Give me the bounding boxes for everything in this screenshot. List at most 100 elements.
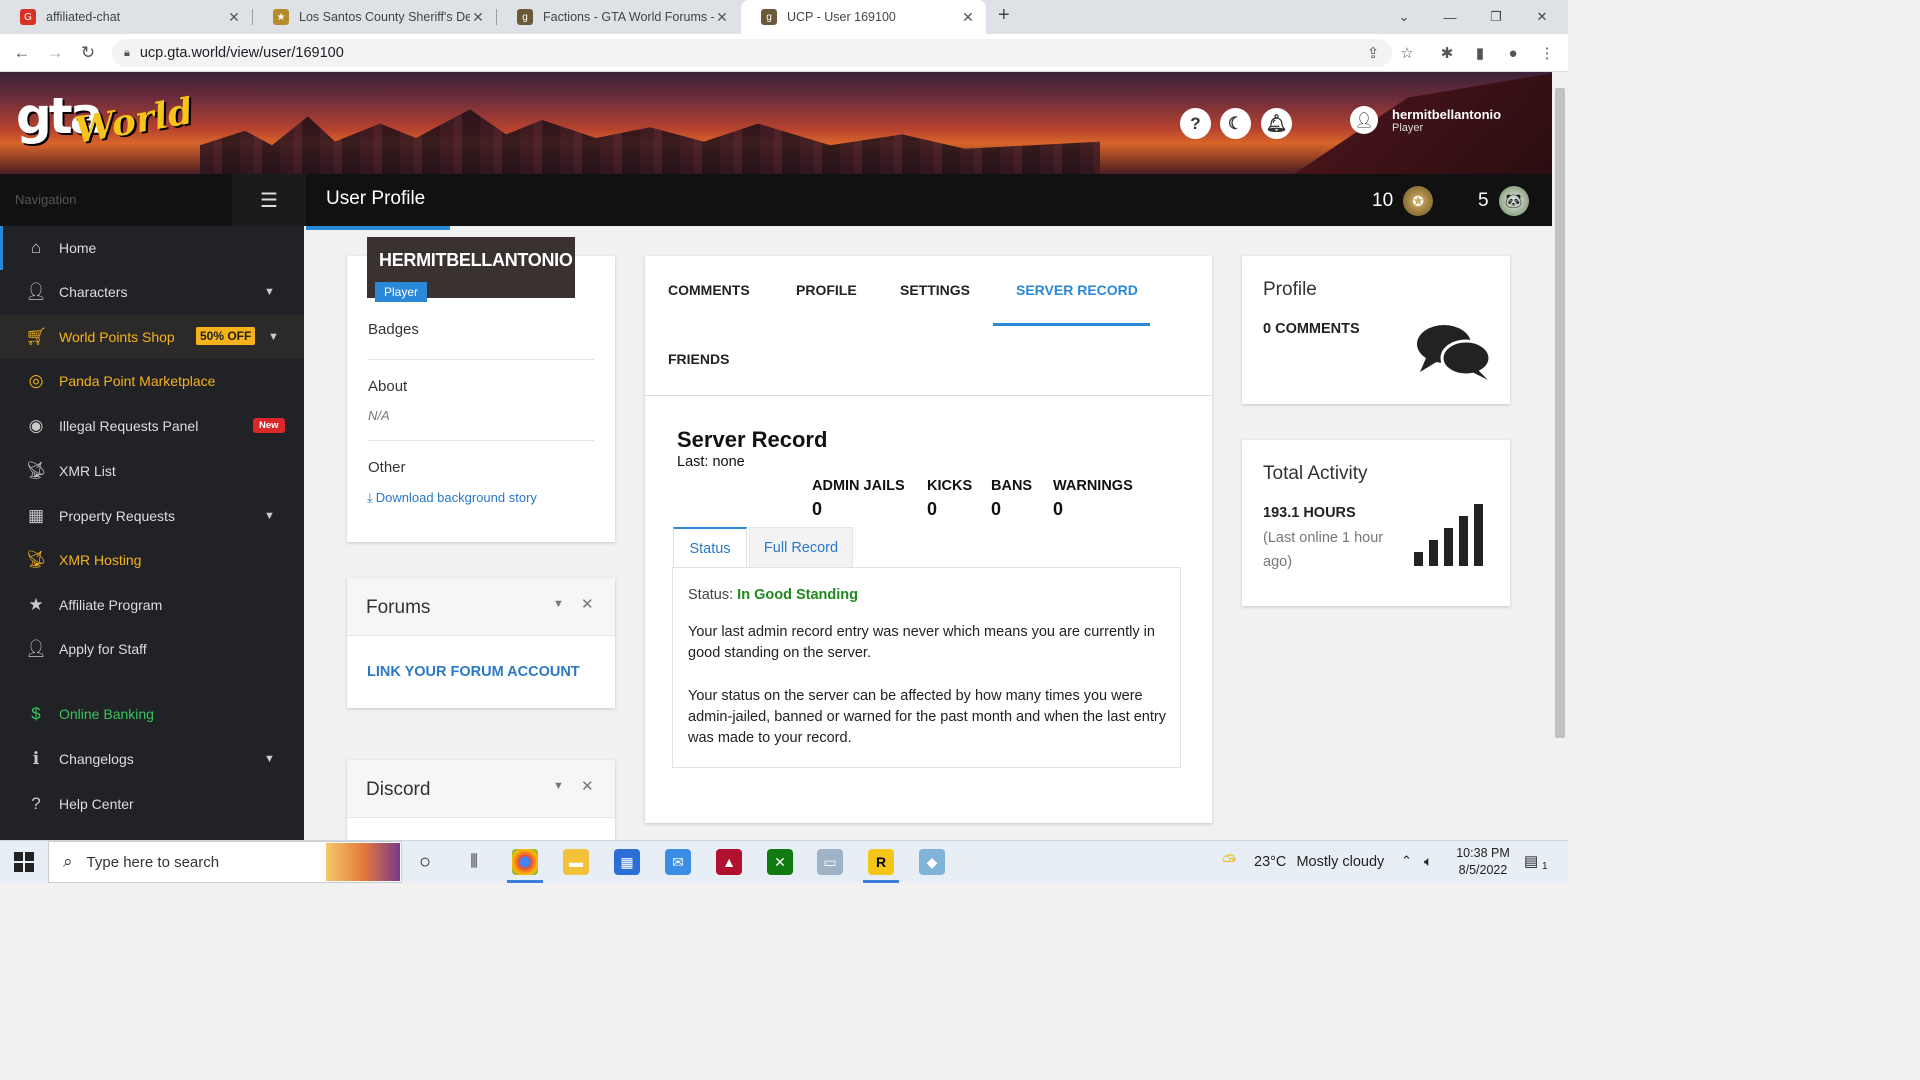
sidebar-item-panda-marketplace[interactable]: ◎ Panda Point Marketplace [0, 359, 304, 403]
close-tab-icon[interactable]: ✕ [960, 9, 976, 26]
share-icon[interactable]: ⇪ [1362, 42, 1384, 64]
tab-search-icon[interactable]: ⌄ [1381, 0, 1427, 34]
browser-tab-sheriff[interactable]: ★ Los Santos County Sheriff's Depa ✕ [253, 0, 496, 34]
page-title: User Profile [326, 188, 426, 209]
collapse-chevron-icon[interactable]: ▼ [553, 598, 564, 610]
scrollbar-thumb[interactable] [1555, 88, 1565, 738]
browser-tab-affiliated-chat[interactable]: G affiliated-chat ✕ [0, 0, 252, 34]
volume-icon[interactable]: 🔈︎ [1424, 853, 1432, 870]
active-app-indicator [507, 880, 543, 883]
coins-icon: ◎ [28, 371, 44, 390]
star-icon: ★ [28, 595, 44, 614]
sidebar-item-online-banking[interactable]: $ Online Banking [0, 692, 304, 736]
stat-bans-label: BANS [991, 478, 1033, 494]
profile-widget-title: Profile [1263, 279, 1317, 300]
tab-profile[interactable]: PROFILE [796, 282, 857, 298]
taskbar-clock[interactable]: 10:38 PM 8/5/2022 [1450, 845, 1516, 879]
page-scrollbar[interactable] [1552, 72, 1568, 840]
link-forum-account-link[interactable]: LINK YOUR FORUM ACCOUNT [367, 664, 580, 680]
tab-settings[interactable]: SETTINGS [900, 282, 970, 298]
game-launcher-icon[interactable]: ▲ [716, 849, 742, 875]
sidebar-item-characters[interactable]: 👤︎ Characters ▼ [0, 270, 304, 314]
close-tab-icon[interactable]: ✕ [470, 9, 486, 26]
stat-kicks-label: KICKS [927, 478, 973, 494]
sidebar-item-affiliate-program[interactable]: ★ Affiliate Program [0, 583, 304, 627]
sidebar-item-home[interactable]: ⌂ Home [0, 226, 304, 270]
back-arrow-icon[interactable]: ← [10, 41, 34, 65]
sidebar-item-xmr-list[interactable]: 📡︎ XMR List [0, 449, 304, 493]
extensions-puzzle-icon[interactable]: ✱ [1436, 42, 1458, 64]
subtab-full-record[interactable]: Full Record [749, 527, 853, 568]
dark-mode-moon-icon[interactable]: ☾ [1220, 108, 1251, 139]
tab-server-record[interactable]: SERVER RECORD [1016, 282, 1138, 298]
reload-icon[interactable]: ↻ [76, 41, 100, 65]
help-icon[interactable]: ? [1180, 108, 1211, 139]
photos-app-icon[interactable]: ▭ [817, 849, 843, 875]
xbox-icon[interactable]: ✕ [767, 849, 793, 875]
close-card-icon[interactable]: ✕ [581, 595, 594, 613]
site-banner [0, 72, 1552, 174]
stat-warnings-label: WARNINGS [1053, 478, 1133, 494]
minimize-icon[interactable]: — [1427, 0, 1473, 34]
forward-arrow-icon[interactable]: → [43, 41, 67, 65]
close-window-icon[interactable]: ✕ [1519, 0, 1565, 34]
close-card-icon[interactable]: ✕ [581, 777, 594, 795]
browser-tab-factions[interactable]: g Factions - GTA World Forums - G ✕ [497, 0, 740, 34]
world-points-coin-icon: ✪ [1403, 186, 1434, 216]
tab-comments[interactable]: COMMENTS [668, 282, 750, 298]
divider [368, 359, 594, 360]
mail-icon[interactable]: ✉ [665, 849, 691, 875]
notifications-bell-icon[interactable]: 🔔︎ [1261, 108, 1292, 139]
download-background-story-link[interactable]: ⤓ Download background story [367, 490, 537, 506]
active-app-indicator [863, 880, 899, 883]
paint-app-icon[interactable]: ◆ [919, 849, 945, 875]
sidebar-item-property-requests[interactable]: ▦ Property Requests ▼ [0, 494, 304, 538]
sidebar-item-apply-for-staff[interactable]: 👤︎ Apply for Staff [0, 627, 304, 671]
sidebar-item-changelogs[interactable]: ℹ Changelogs ▼ [0, 737, 304, 781]
widgets-icon[interactable]: ⫼ [461, 849, 487, 875]
chevron-up-icon[interactable]: ⌃ [1401, 853, 1412, 869]
subtab-status[interactable]: Status [673, 527, 747, 568]
chrome-app-icon[interactable] [512, 849, 538, 875]
browser-tab-ucp[interactable]: g UCP - User 169100 ✕ [741, 0, 986, 34]
status-value: In Good Standing [737, 587, 858, 603]
sidebar-item-world-points-shop[interactable]: 🛒︎ World Points Shop 50% OFF ▼ [0, 315, 304, 359]
gta-world-logo[interactable]: gta World [16, 86, 196, 156]
task-view-circle-icon[interactable]: ○ [412, 849, 438, 875]
rockstar-launcher-icon[interactable]: R [868, 849, 894, 875]
header-user-menu[interactable]: 👤︎ hermitbellantonio Player [1350, 106, 1501, 134]
hamburger-menu-icon[interactable]: ☰ [232, 174, 306, 226]
sidebar-item-xmr-hosting[interactable]: 📡︎ XMR Hosting [0, 538, 304, 582]
stat-admin-jails-value: 0 [812, 499, 823, 519]
comments-count: 0 COMMENTS [1263, 321, 1360, 337]
url-input[interactable]: 🔒︎ ucp.gta.world/view/user/169100 [112, 39, 1392, 67]
sidebar-item-illegal-requests[interactable]: ◉ Illegal Requests Panel New [0, 404, 304, 448]
close-tab-icon[interactable]: ✕ [226, 9, 242, 26]
user-avatar-icon: 👤︎ [1350, 106, 1378, 134]
sidebar-item-help-center[interactable]: ? Help Center [0, 782, 304, 826]
world-points-counter[interactable]: 10 ✪ [1372, 186, 1434, 216]
panda-points-counter[interactable]: 5 🐼︎ [1478, 186, 1529, 216]
discount-badge: 50% OFF [196, 327, 256, 345]
info-icon: ℹ [32, 749, 40, 768]
windows-start-icon[interactable] [14, 852, 34, 872]
profile-avatar-icon[interactable]: ● [1502, 42, 1524, 64]
close-tab-icon[interactable]: ✕ [714, 9, 730, 26]
new-tab-icon[interactable]: + [998, 4, 1010, 27]
tab-friends[interactable]: FRIENDS [668, 351, 729, 367]
file-explorer-icon[interactable]: ▬ [563, 849, 589, 875]
restore-icon[interactable]: ❐ [1473, 0, 1519, 34]
status-line: Status: In Good Standing [688, 587, 858, 603]
stat-admin-jails-label: ADMIN JAILS [812, 478, 905, 494]
microsoft-store-icon[interactable]: ▦ [614, 849, 640, 875]
notification-center-icon[interactable]: ▤ [1524, 852, 1538, 870]
browser-menu-icon[interactable]: ⋮ [1536, 42, 1558, 64]
mask-icon: ◉ [28, 416, 44, 435]
bookmark-star-icon[interactable]: ☆ [1396, 42, 1418, 64]
activity-hours: 193.1 HOURS [1263, 505, 1356, 521]
side-panel-icon[interactable]: ▮ [1469, 42, 1491, 64]
collapse-chevron-icon[interactable]: ▼ [553, 780, 564, 792]
forums-title: Forums [366, 597, 431, 618]
title-underline [306, 226, 450, 230]
weather-widget[interactable]: 23°C Mostly cloudy [1254, 854, 1384, 870]
